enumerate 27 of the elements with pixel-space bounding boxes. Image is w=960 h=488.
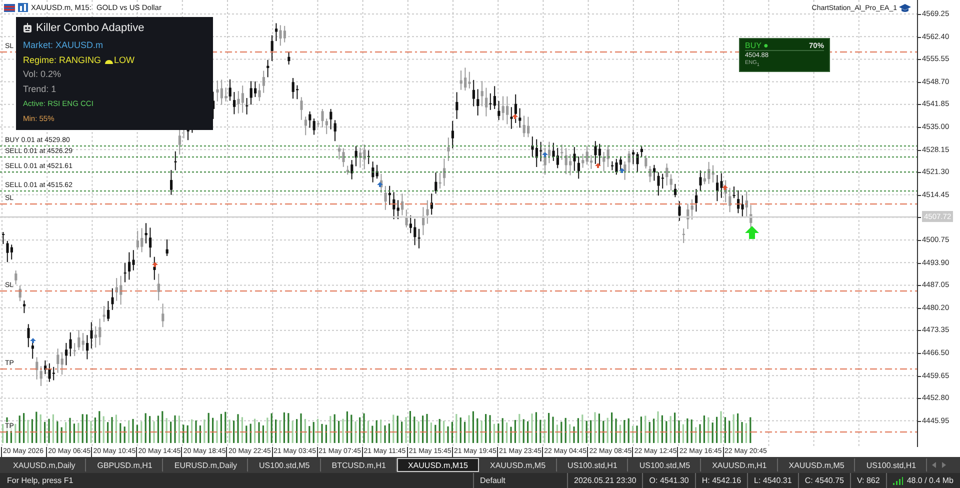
regime-level: LOW xyxy=(114,54,135,66)
chart-tab[interactable]: XAUUSD.m,M5 xyxy=(478,458,557,472)
status-field: V: 862 xyxy=(850,473,886,488)
panel-title: Killer Combo Adaptive xyxy=(36,22,144,34)
status-field: L: 4540.31 xyxy=(747,473,798,488)
signal-direction: BUY ● xyxy=(745,41,768,50)
panel-line: Trend: 1 xyxy=(23,82,56,96)
status-field: H: 4542.16 xyxy=(694,473,748,488)
chart-tab[interactable]: XAUUSD.m,M15 xyxy=(396,458,479,472)
profile-name: Default xyxy=(473,473,567,488)
chart-tab[interactable]: XAUUSD.m,Daily xyxy=(2,458,86,472)
memory-usage: 48.0 / 0.4 Mb xyxy=(906,475,954,487)
status-field: C: 4540.75 xyxy=(798,473,850,488)
panel-line: Market: XAUUSD.m xyxy=(23,39,104,52)
status-field: 2026.05.21 23:30 xyxy=(567,473,642,488)
chart-tab[interactable]: US100.std,H1 xyxy=(556,458,628,472)
chart-tab[interactable]: GBPUSD.m,H1 xyxy=(86,458,164,472)
status-field: O: 4541.30 xyxy=(642,473,695,488)
chart-tab[interactable]: US100.std,M5 xyxy=(248,458,321,472)
regime-text: Regime: RANGING xyxy=(23,54,102,67)
chart-tab[interactable]: EURUSD.m,Daily xyxy=(163,458,248,472)
chart-tab[interactable]: US100.std,M5 xyxy=(628,458,702,472)
chart-tab[interactable]: XAUUSD.m,M5 xyxy=(778,458,856,472)
help-text: For Help, press F1 xyxy=(6,475,74,487)
chart-tab[interactable]: US100.std,H1 xyxy=(855,458,928,472)
chart-tab[interactable]: XAUUSD.m,H1 xyxy=(701,458,778,472)
panel-line: Vol: 0.2% xyxy=(23,68,62,81)
